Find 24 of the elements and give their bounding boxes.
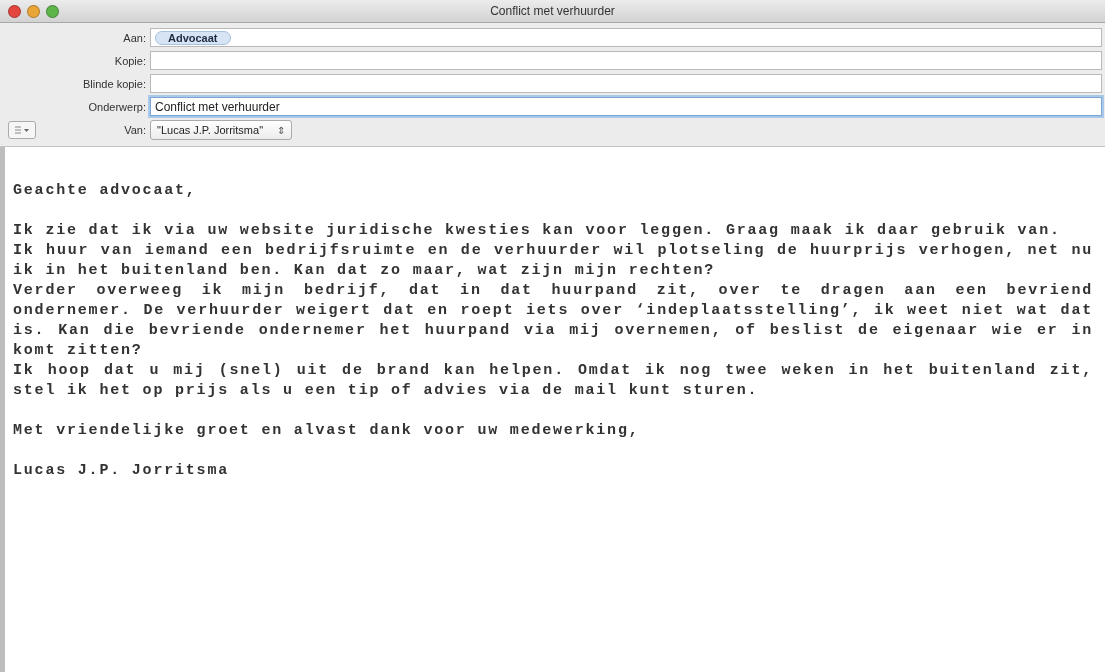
from-popup[interactable]: "Lucas J.P. Jorritsma" ⇕ xyxy=(150,120,293,140)
field-label: Kopie: xyxy=(113,54,147,67)
message-paragraph: Ik zie dat ik via uw website juridische kwesties kan voor leggen. Graag maak ik daar gebruik van. xyxy=(13,221,1062,241)
input-field[interactable] xyxy=(150,51,1102,70)
menu-button[interactable] xyxy=(8,121,36,139)
input-field[interactable]: Conflict met verhuurder xyxy=(150,97,1102,116)
field-label: Aan: xyxy=(122,31,147,44)
input-field[interactable] xyxy=(150,74,1102,93)
list-icon xyxy=(15,126,29,134)
closing: Met vriendelijke groet en alvast dank voor uw medewerking, xyxy=(13,421,641,441)
minimize-button[interactable] xyxy=(27,4,40,18)
close-button[interactable] xyxy=(8,4,21,18)
field-label: Van: xyxy=(123,124,147,136)
recipient-field[interactable]: Advocaat xyxy=(150,28,1102,47)
greeting: Geachte advocaat, xyxy=(13,181,198,201)
field-label: Blinde kopie: xyxy=(82,77,147,90)
window-title: Conflict met verhuurder xyxy=(489,4,616,18)
zoom-button[interactable] xyxy=(46,4,59,18)
message-paragraph: Ik huur van iemand een bedrijfsruimte en de verhuurder wil plotseling de huurprijs verhogen, net nu ik in het buitenland ben. Kan dat zo maar, wat zijn mijn rechten? xyxy=(13,241,1093,281)
message-paragraph: Ik hoop dat u mij (snel) uit de brand kan helpen. Omdat ik nog twee weken in het buitenland zit, stel ik het op prijs als u een tip of advies via de mail kunt sturen. xyxy=(13,361,1093,401)
signature: Lucas J.P. Jorritsma xyxy=(13,461,231,481)
message-paragraph: Verder overweeg ik mijn bedrijf, dat in dat huurpand zit, over te dragen aan een bevriend ondernemer. De verhuurder weigert dat en roept iets over ‘indeplaatsstelling’, ik weet niet wat dat is. Kan die bevriende ondernemer het huurpand via mij overnemen, of beslist de eigenaar wie er in komt zitten? xyxy=(13,281,1093,361)
recipient-token[interactable]: Advocaat xyxy=(155,30,231,45)
field-label: Onderwerp: xyxy=(87,100,147,113)
